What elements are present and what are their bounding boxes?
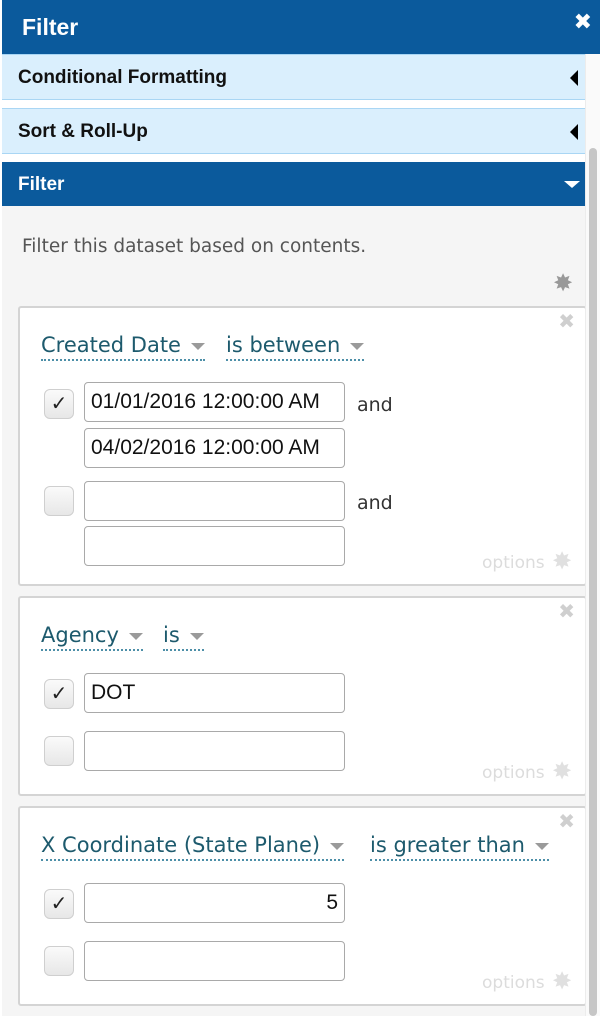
- operator-selector[interactable]: is greater than: [370, 833, 549, 861]
- panel-title: Filter: [22, 14, 79, 40]
- gear-icon[interactable]: ✸: [552, 760, 572, 784]
- gear-icon[interactable]: ✸: [552, 550, 572, 574]
- date-to-input[interactable]: [84, 526, 345, 566]
- caret-left-icon: [570, 124, 578, 140]
- date-from-input[interactable]: 01/01/2016 12:00:00 AM: [84, 382, 345, 422]
- chevron-down-icon: [190, 342, 205, 350]
- condition-checkbox[interactable]: [44, 736, 74, 766]
- and-label: and: [357, 492, 393, 514]
- column-name: Agency: [41, 623, 119, 647]
- accordion-conditional-formatting[interactable]: Conditional Formatting: [2, 54, 585, 100]
- value-input[interactable]: 5: [84, 883, 345, 923]
- remove-condition-icon[interactable]: ✖: [558, 812, 575, 832]
- remove-condition-icon[interactable]: ✖: [558, 602, 575, 622]
- accordion-label: Sort & Roll-Up: [18, 121, 148, 142]
- chevron-down-icon: [330, 842, 345, 850]
- options-label[interactable]: options: [482, 553, 545, 573]
- and-label: and: [357, 394, 393, 416]
- operator-name: is between: [226, 333, 341, 357]
- chevron-down-icon: [350, 342, 365, 350]
- check-icon: ✓: [50, 393, 68, 415]
- scrollbar-thumb[interactable]: [589, 148, 597, 1016]
- accordion-filter[interactable]: Filter: [2, 162, 585, 206]
- value-input[interactable]: [84, 941, 345, 981]
- panel-header: Filter ✖: [2, 0, 600, 54]
- options-label[interactable]: options: [482, 973, 545, 993]
- column-name: X Coordinate (State Plane): [41, 833, 321, 857]
- gear-icon[interactable]: ✸: [553, 272, 573, 296]
- column-selector[interactable]: Agency: [41, 623, 143, 651]
- column-selector[interactable]: Created Date: [41, 333, 205, 361]
- value-input[interactable]: DOT: [84, 673, 345, 713]
- column-selector[interactable]: X Coordinate (State Plane): [41, 833, 345, 861]
- operator-selector[interactable]: is: [163, 623, 204, 651]
- condition-checkbox[interactable]: ✓: [44, 889, 74, 919]
- close-icon[interactable]: ✖: [574, 10, 592, 34]
- condition-checkbox[interactable]: ✓: [44, 389, 74, 419]
- chevron-down-icon: [189, 632, 204, 640]
- accordion-label: Conditional Formatting: [18, 67, 227, 88]
- accordion-sort-rollup[interactable]: Sort & Roll-Up: [2, 108, 585, 154]
- value-input[interactable]: [84, 731, 345, 771]
- date-to-input[interactable]: 04/02/2016 12:00:00 AM: [84, 428, 345, 468]
- gear-icon[interactable]: ✸: [552, 970, 572, 994]
- chevron-down-icon: [128, 632, 143, 640]
- options-label[interactable]: options: [482, 763, 545, 783]
- chevron-down-icon: [534, 842, 549, 850]
- operator-name: is greater than: [370, 833, 525, 857]
- check-icon: ✓: [50, 893, 68, 915]
- operator-name: is: [163, 623, 180, 647]
- column-name: Created Date: [41, 333, 181, 357]
- check-icon: ✓: [50, 683, 68, 705]
- remove-condition-icon[interactable]: ✖: [558, 312, 575, 332]
- operator-selector[interactable]: is between: [226, 333, 365, 361]
- condition-checkbox[interactable]: ✓: [44, 679, 74, 709]
- filter-description: Filter this dataset based on contents.: [22, 236, 367, 257]
- caret-left-icon: [570, 70, 578, 86]
- condition-checkbox[interactable]: [44, 946, 74, 976]
- condition-checkbox[interactable]: [44, 486, 74, 516]
- accordion-label: Filter: [18, 174, 65, 195]
- date-from-input[interactable]: [84, 481, 345, 521]
- caret-down-icon: [564, 181, 580, 188]
